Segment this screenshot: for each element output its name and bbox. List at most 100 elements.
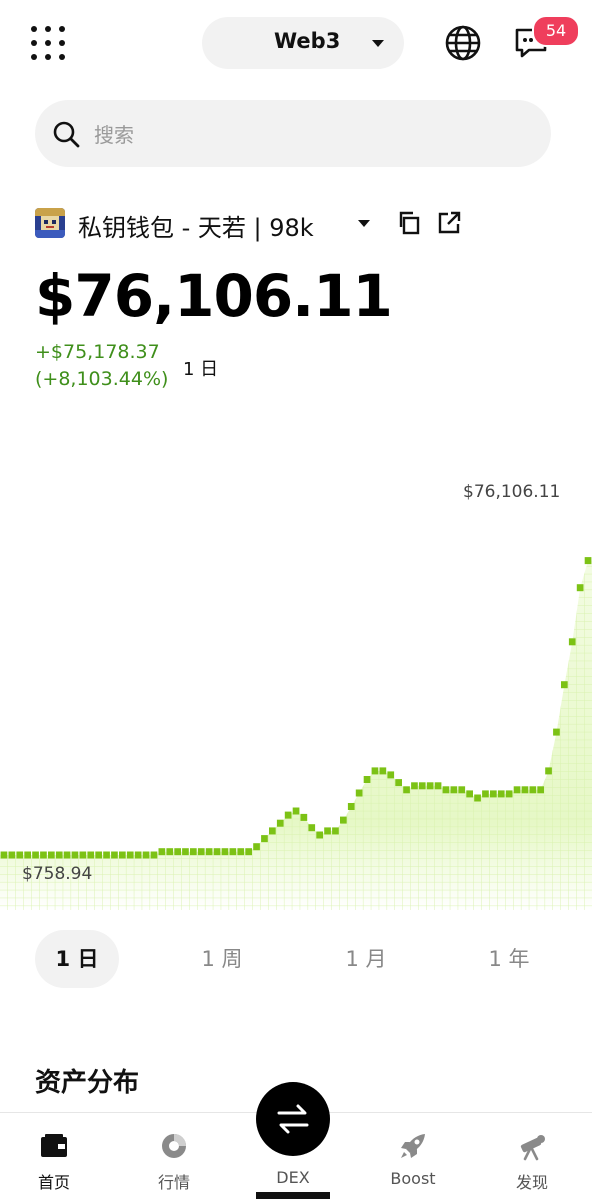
- chart-point: [40, 851, 47, 859]
- chart-point: [205, 848, 213, 856]
- chart-point: [190, 848, 197, 856]
- chevron-down-icon: [372, 40, 384, 47]
- chart-point: [324, 827, 331, 835]
- chart-point: [8, 851, 16, 859]
- chart-point: [568, 638, 576, 646]
- chart-point: [16, 851, 24, 859]
- chart-point: [166, 848, 174, 856]
- chart-point: [450, 786, 458, 794]
- chart-point: [561, 681, 568, 689]
- nav-home-label: 首页: [37, 1173, 70, 1192]
- top-bar: Web3 54: [0, 0, 592, 90]
- chart-point: [434, 782, 442, 790]
- chart-point: [103, 851, 110, 859]
- network-label: Web3: [274, 29, 341, 53]
- chart-point: [142, 851, 150, 859]
- chart-point: [458, 786, 466, 794]
- chart-point: [482, 790, 489, 798]
- chart-point: [371, 767, 379, 775]
- home-indicator: [256, 1192, 330, 1199]
- chart-point: [442, 786, 450, 794]
- chart-point: [521, 786, 529, 794]
- copy-icon[interactable]: [396, 210, 422, 236]
- chart-point: [276, 819, 284, 827]
- wallet-screen: Web3 54 私钥钱包 - 天若 | 98: [0, 0, 592, 1199]
- chart-point: [308, 824, 316, 832]
- globe-icon[interactable]: [444, 24, 482, 62]
- chart-point: [237, 848, 245, 856]
- chart-point: [71, 851, 79, 859]
- chart-point: [340, 816, 347, 824]
- search-icon: [53, 121, 80, 148]
- chart-point: [221, 848, 229, 856]
- chart-point: [363, 776, 371, 783]
- wallet-icon: [41, 1134, 67, 1157]
- balance-chart[interactable]: [0, 440, 592, 910]
- chart-point: [197, 848, 205, 856]
- chart-point: [158, 848, 166, 856]
- network-selector[interactable]: Web3: [202, 17, 404, 69]
- nav-boost[interactable]: Boost: [373, 1113, 453, 1199]
- chart-point: [32, 851, 39, 859]
- chart-point: [292, 807, 300, 815]
- chart-point: [229, 848, 237, 856]
- change-period-label: 1 日: [183, 359, 219, 380]
- chart-point: [300, 813, 308, 821]
- chart-point: [119, 851, 126, 859]
- nav-market-label: 行情: [157, 1173, 190, 1192]
- chart-point: [576, 584, 584, 592]
- chart-point: [537, 786, 544, 794]
- apps-grid-icon[interactable]: [30, 25, 66, 61]
- chart-point: [253, 843, 260, 851]
- chart-point: [355, 789, 363, 797]
- range-tab-1y[interactable]: 1 年: [467, 930, 551, 988]
- chart-point: [529, 786, 537, 794]
- nav-home[interactable]: 首页: [14, 1113, 94, 1199]
- chart-point: [213, 848, 221, 856]
- nav-market[interactable]: 行情: [134, 1113, 214, 1199]
- chart-point: [387, 771, 395, 779]
- chart-point: [245, 848, 252, 856]
- chart-point: [55, 851, 63, 859]
- chart-point: [284, 811, 292, 819]
- chart-point: [269, 827, 276, 835]
- chart-point: [474, 794, 481, 802]
- chart-point: [490, 790, 497, 798]
- dex-swap-button[interactable]: [256, 1082, 330, 1156]
- chart-min-label: $758.94: [22, 864, 93, 884]
- chart-point: [79, 851, 87, 859]
- nav-boost-label: Boost: [390, 1169, 436, 1188]
- wallet-avatar: [35, 208, 65, 238]
- range-tab-1m[interactable]: 1 月: [324, 930, 408, 988]
- chart-point: [553, 728, 560, 736]
- chart-point: [497, 790, 505, 798]
- rocket-icon: [401, 1134, 425, 1158]
- chart-point: [347, 803, 355, 810]
- chart-point: [403, 786, 410, 794]
- chart-point: [63, 851, 71, 859]
- wallet-name[interactable]: 私钥钱包 - 天若 | 98k: [78, 208, 314, 243]
- range-tab-1d[interactable]: 1 日: [35, 930, 119, 988]
- chart-point: [111, 851, 118, 859]
- nav-discover[interactable]: 发现: [492, 1113, 572, 1199]
- nav-dex-label: DEX: [276, 1168, 310, 1187]
- chart-point: [584, 557, 592, 565]
- chevron-down-icon[interactable]: [358, 220, 370, 227]
- range-tab-1w[interactable]: 1 周: [180, 930, 264, 988]
- market-icon: [162, 1134, 186, 1158]
- swap-icon: [277, 1104, 309, 1134]
- external-link-icon[interactable]: [436, 210, 462, 236]
- total-balance: $76,106.11: [35, 262, 393, 330]
- search-input[interactable]: [92, 118, 516, 152]
- chart-point: [261, 835, 268, 843]
- chart-point: [395, 779, 402, 787]
- balance-change-amount: +$75,178.37: [35, 341, 160, 363]
- asset-distribution-title: 资产分布: [35, 1068, 140, 1098]
- chart-point: [174, 848, 181, 856]
- chart-point: [513, 786, 521, 794]
- chart-point: [87, 851, 95, 859]
- chart-point: [182, 848, 189, 856]
- chart-max-label: $76,106.11: [463, 482, 561, 502]
- chart-point: [134, 851, 142, 859]
- chart-point: [426, 782, 434, 790]
